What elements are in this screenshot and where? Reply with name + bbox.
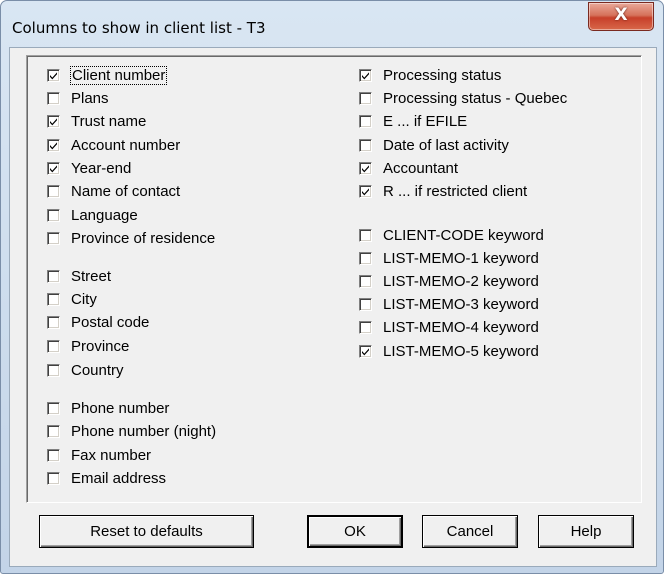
dialog-body: Client number Plans Trust name Account numb… bbox=[9, 47, 657, 567]
checkbox-label: City bbox=[71, 290, 97, 308]
checkbox-label: LIST-MEMO-5 keyword bbox=[383, 342, 539, 360]
checkbox-label: Processing status - Quebec bbox=[383, 89, 568, 107]
ok-button[interactable]: OK bbox=[307, 515, 403, 548]
checkbox-fax-number[interactable]: Fax number bbox=[47, 445, 151, 465]
checkbox-box[interactable] bbox=[47, 363, 60, 377]
checkmark-icon[interactable] bbox=[47, 114, 60, 128]
checkbox-list-memo-2-keyword[interactable]: LIST-MEMO-2 keyword bbox=[359, 271, 539, 291]
checkbox-label: Postal code bbox=[71, 313, 150, 331]
checkbox-box[interactable] bbox=[47, 91, 60, 105]
checkbox-label: R ... if restricted client bbox=[383, 182, 528, 200]
checkbox-province-of-residence[interactable]: Province of residence bbox=[47, 228, 215, 248]
checkbox-label: Phone number bbox=[71, 399, 170, 417]
checkbox-language[interactable]: Language bbox=[47, 205, 138, 225]
checkbox-box[interactable] bbox=[47, 424, 60, 438]
checkbox-label: Client number bbox=[69, 65, 168, 85]
checkbox-list-memo-4-keyword[interactable]: LIST-MEMO-4 keyword bbox=[359, 317, 539, 337]
checkbox-list-memo-3-keyword[interactable]: LIST-MEMO-3 keyword bbox=[359, 294, 539, 314]
checkbox-name-of-contact[interactable]: Name of contact bbox=[47, 181, 180, 201]
checkbox-box[interactable] bbox=[359, 228, 372, 242]
checkbox-label: LIST-MEMO-3 keyword bbox=[383, 295, 539, 313]
checkbox-box[interactable] bbox=[359, 320, 372, 334]
checkbox-account-number[interactable]: Account number bbox=[47, 135, 180, 155]
checkbox-label: Phone number (night) bbox=[71, 422, 217, 440]
checkbox-label: Date of last activity bbox=[383, 136, 509, 154]
title-bar[interactable]: Columns to show in client list - T3 X bbox=[1, 1, 663, 47]
checkbox-box[interactable] bbox=[47, 231, 60, 245]
close-button[interactable]: X bbox=[588, 2, 654, 31]
checkmark-icon[interactable] bbox=[47, 161, 60, 175]
columns-panel: Client number Plans Trust name Account numb… bbox=[26, 55, 642, 503]
checkbox-box[interactable] bbox=[47, 292, 60, 306]
checkbox-phone-number[interactable]: Phone number bbox=[47, 398, 169, 418]
checkbox-street[interactable]: Street bbox=[47, 266, 111, 286]
checkmark-icon[interactable] bbox=[47, 138, 60, 152]
checkbox-accountant[interactable]: Accountant bbox=[359, 158, 458, 178]
checkbox-box[interactable] bbox=[47, 184, 60, 198]
checkbox-year-end[interactable]: Year-end bbox=[47, 158, 131, 178]
checkbox-client-number[interactable]: Client number bbox=[47, 65, 168, 85]
checkbox-city[interactable]: City bbox=[47, 289, 97, 309]
checkbox-box[interactable] bbox=[359, 114, 372, 128]
checkbox-box[interactable] bbox=[359, 251, 372, 265]
checkbox-box[interactable] bbox=[359, 297, 372, 311]
checkbox-box[interactable] bbox=[359, 138, 372, 152]
checkbox-list-memo-1-keyword[interactable]: LIST-MEMO-1 keyword bbox=[359, 248, 539, 268]
checkbox-label: Email address bbox=[71, 469, 167, 487]
window-title: Columns to show in client list - T3 bbox=[12, 19, 266, 37]
checkbox-label: Street bbox=[71, 267, 112, 285]
checkbox-label: Accountant bbox=[383, 159, 459, 177]
checkbox-label: Name of contact bbox=[71, 182, 181, 200]
checkbox-processing-status-quebec[interactable]: Processing status - Quebec bbox=[359, 88, 567, 108]
checkbox-label: Language bbox=[71, 206, 138, 224]
checkbox-email-address[interactable]: Email address bbox=[47, 468, 166, 488]
checkmark-icon[interactable] bbox=[359, 68, 372, 82]
checkbox-date-of-last-activity[interactable]: Date of last activity bbox=[359, 135, 509, 155]
checkbox-box[interactable] bbox=[47, 339, 60, 353]
checkbox-box[interactable] bbox=[359, 91, 372, 105]
dialog-window: Columns to show in client list - T3 X Cl… bbox=[0, 0, 664, 574]
checkbox-postal-code[interactable]: Postal code bbox=[47, 312, 149, 332]
checkbox-box[interactable] bbox=[47, 208, 60, 222]
checkbox-label: Plans bbox=[71, 89, 109, 107]
help-button[interactable]: Help bbox=[538, 515, 634, 548]
checkbox-label: LIST-MEMO-1 keyword bbox=[383, 249, 539, 267]
checkbox-box[interactable] bbox=[47, 269, 60, 283]
reset-to-defaults-button[interactable]: Reset to defaults bbox=[39, 515, 254, 548]
checkbox-r-if-restricted-client[interactable]: R ... if restricted client bbox=[359, 181, 527, 201]
checkmark-icon[interactable] bbox=[359, 344, 372, 358]
checkbox-phone-number-night[interactable]: Phone number (night) bbox=[47, 421, 216, 441]
checkbox-trust-name[interactable]: Trust name bbox=[47, 111, 146, 131]
checkbox-client-code-keyword[interactable]: CLIENT-CODE keyword bbox=[359, 225, 544, 245]
cancel-button[interactable]: Cancel bbox=[422, 515, 518, 548]
checkmark-icon[interactable] bbox=[359, 161, 372, 175]
checkbox-label: Fax number bbox=[71, 446, 152, 464]
checkbox-box[interactable] bbox=[47, 315, 60, 329]
checkbox-province[interactable]: Province bbox=[47, 336, 129, 356]
checkbox-box[interactable] bbox=[47, 401, 60, 415]
checkbox-label: Account number bbox=[71, 136, 181, 154]
checkbox-label: Trust name bbox=[71, 112, 147, 130]
checkbox-label: Processing status bbox=[383, 66, 502, 84]
checkmark-icon[interactable] bbox=[47, 68, 60, 82]
checkbox-label: LIST-MEMO-2 keyword bbox=[383, 272, 539, 290]
checkmark-icon[interactable] bbox=[359, 184, 372, 198]
checkbox-label: CLIENT-CODE keyword bbox=[383, 226, 544, 244]
close-icon: X bbox=[614, 5, 628, 25]
checkbox-list-memo-5-keyword[interactable]: LIST-MEMO-5 keyword bbox=[359, 341, 539, 361]
checkbox-label: Year-end bbox=[71, 159, 132, 177]
checkbox-label: Province of residence bbox=[71, 229, 216, 247]
checkbox-label: Country bbox=[71, 361, 124, 379]
checkbox-e-if-efile[interactable]: E ... if EFILE bbox=[359, 111, 467, 131]
checkbox-country[interactable]: Country bbox=[47, 360, 124, 380]
checkbox-processing-status[interactable]: Processing status bbox=[359, 65, 501, 85]
checkbox-plans[interactable]: Plans bbox=[47, 88, 109, 108]
checkbox-label: E ... if EFILE bbox=[383, 112, 468, 130]
checkbox-box[interactable] bbox=[47, 448, 60, 462]
checkbox-box[interactable] bbox=[359, 274, 372, 288]
checkbox-box[interactable] bbox=[47, 471, 60, 485]
checkbox-label: Province bbox=[71, 337, 130, 355]
checkbox-label: LIST-MEMO-4 keyword bbox=[383, 318, 539, 336]
